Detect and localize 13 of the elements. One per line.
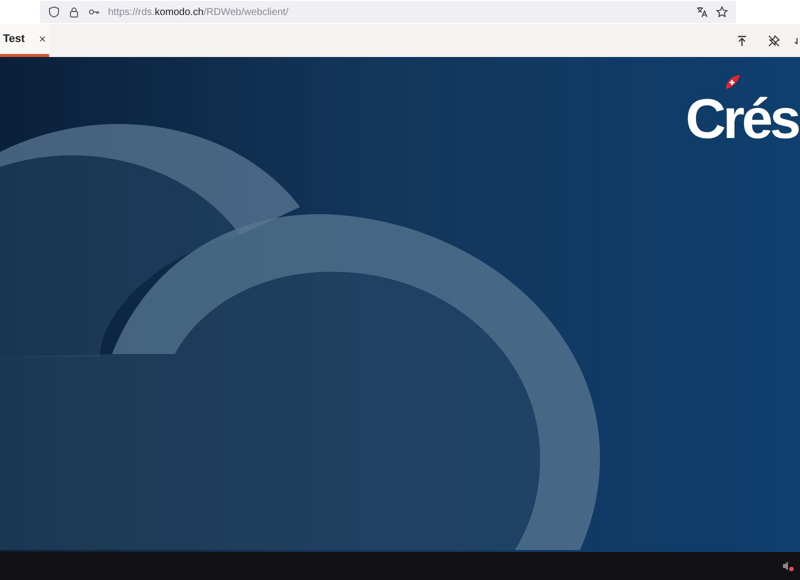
lock-icon (68, 6, 80, 18)
shield-icon (48, 6, 60, 18)
tab-label: Test (3, 33, 25, 45)
swiss-flag-icon (724, 75, 740, 89)
star-icon[interactable] (716, 6, 728, 18)
speaker-muted-icon[interactable] (782, 560, 794, 572)
tab[interactable]: Test × (0, 24, 49, 57)
address-bar[interactable]: https://rds.komodo.ch/RDWeb/webclient/ (40, 1, 736, 23)
logo: Crés (685, 91, 798, 147)
arrow-up-bar-icon (736, 34, 748, 46)
close-button[interactable]: × (38, 32, 46, 46)
pin-icon (768, 34, 780, 46)
translate-icon[interactable] (696, 6, 708, 18)
